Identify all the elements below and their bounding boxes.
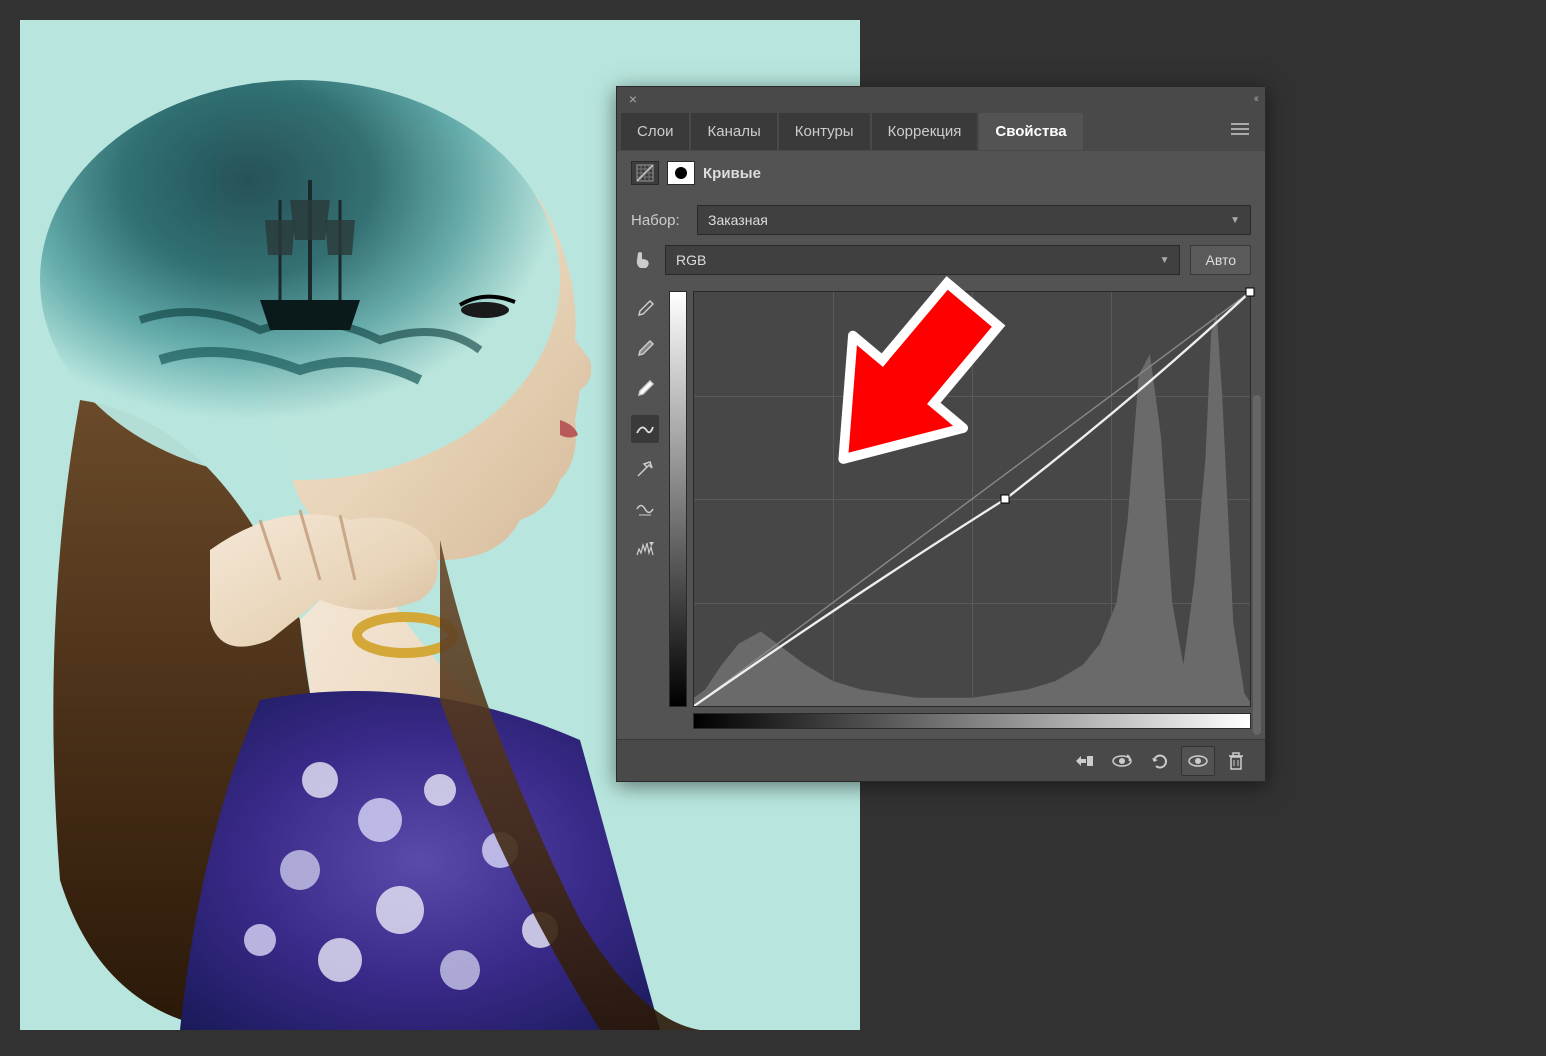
output-gradient: [669, 291, 687, 707]
eyedropper-white-icon[interactable]: [631, 375, 659, 403]
panel-scrollbar[interactable]: [1253, 395, 1261, 735]
clip-to-layer-icon[interactable]: [1067, 746, 1101, 776]
reset-icon[interactable]: [1143, 746, 1177, 776]
tab-layers[interactable]: Слои: [621, 113, 689, 150]
panel-content: Набор: Заказная ▼ RGB ▼ Авто: [617, 195, 1265, 739]
histogram-clip-icon[interactable]: [631, 535, 659, 563]
draw-curve-icon[interactable]: [631, 455, 659, 483]
tab-properties[interactable]: Свойства: [979, 113, 1082, 150]
curve-point-white[interactable]: [1246, 288, 1255, 297]
eyedropper-gray-icon[interactable]: [631, 335, 659, 363]
properties-panel: × ‹‹ Слои Каналы Контуры Коррекция Свойс…: [616, 86, 1266, 782]
preset-value: Заказная: [708, 212, 768, 228]
panel-tabs: Слои Каналы Контуры Коррекция Свойства: [617, 111, 1265, 151]
input-gradient: [693, 713, 1251, 729]
channel-value: RGB: [676, 252, 706, 268]
preset-label: Набор:: [631, 212, 687, 229]
tab-paths[interactable]: Контуры: [779, 113, 870, 150]
curves-adjustment-icon[interactable]: [631, 161, 659, 185]
adjustment-title: Кривые: [703, 165, 761, 182]
curves-graph[interactable]: [693, 291, 1251, 707]
collapse-icon[interactable]: ‹‹: [1254, 93, 1257, 105]
delete-icon[interactable]: [1219, 746, 1253, 776]
targeted-adjustment-icon[interactable]: [631, 248, 655, 272]
adjustment-header: Кривые: [617, 151, 1265, 195]
chevron-down-icon: ▼: [1160, 255, 1170, 266]
preset-select[interactable]: Заказная ▼: [697, 205, 1251, 235]
histogram: [694, 292, 1250, 706]
panel-footer: [617, 739, 1265, 781]
layer-mask-icon[interactable]: [667, 161, 695, 185]
panel-titlebar[interactable]: × ‹‹: [617, 87, 1265, 111]
curves-tools: [631, 291, 659, 729]
edit-points-icon[interactable]: [631, 415, 659, 443]
close-icon[interactable]: ×: [625, 91, 641, 107]
channel-select[interactable]: RGB ▼: [665, 245, 1180, 275]
chevron-down-icon: ▼: [1230, 215, 1240, 226]
curve-point[interactable]: [1001, 495, 1010, 504]
eyedropper-black-icon[interactable]: [631, 295, 659, 323]
toggle-visibility-icon[interactable]: [1181, 746, 1215, 776]
auto-button[interactable]: Авто: [1190, 245, 1251, 275]
smooth-icon[interactable]: [631, 495, 659, 523]
tab-channels[interactable]: Каналы: [691, 113, 776, 150]
tab-correction[interactable]: Коррекция: [872, 113, 978, 150]
panel-menu-icon[interactable]: [1219, 122, 1261, 141]
view-previous-icon[interactable]: [1105, 746, 1139, 776]
